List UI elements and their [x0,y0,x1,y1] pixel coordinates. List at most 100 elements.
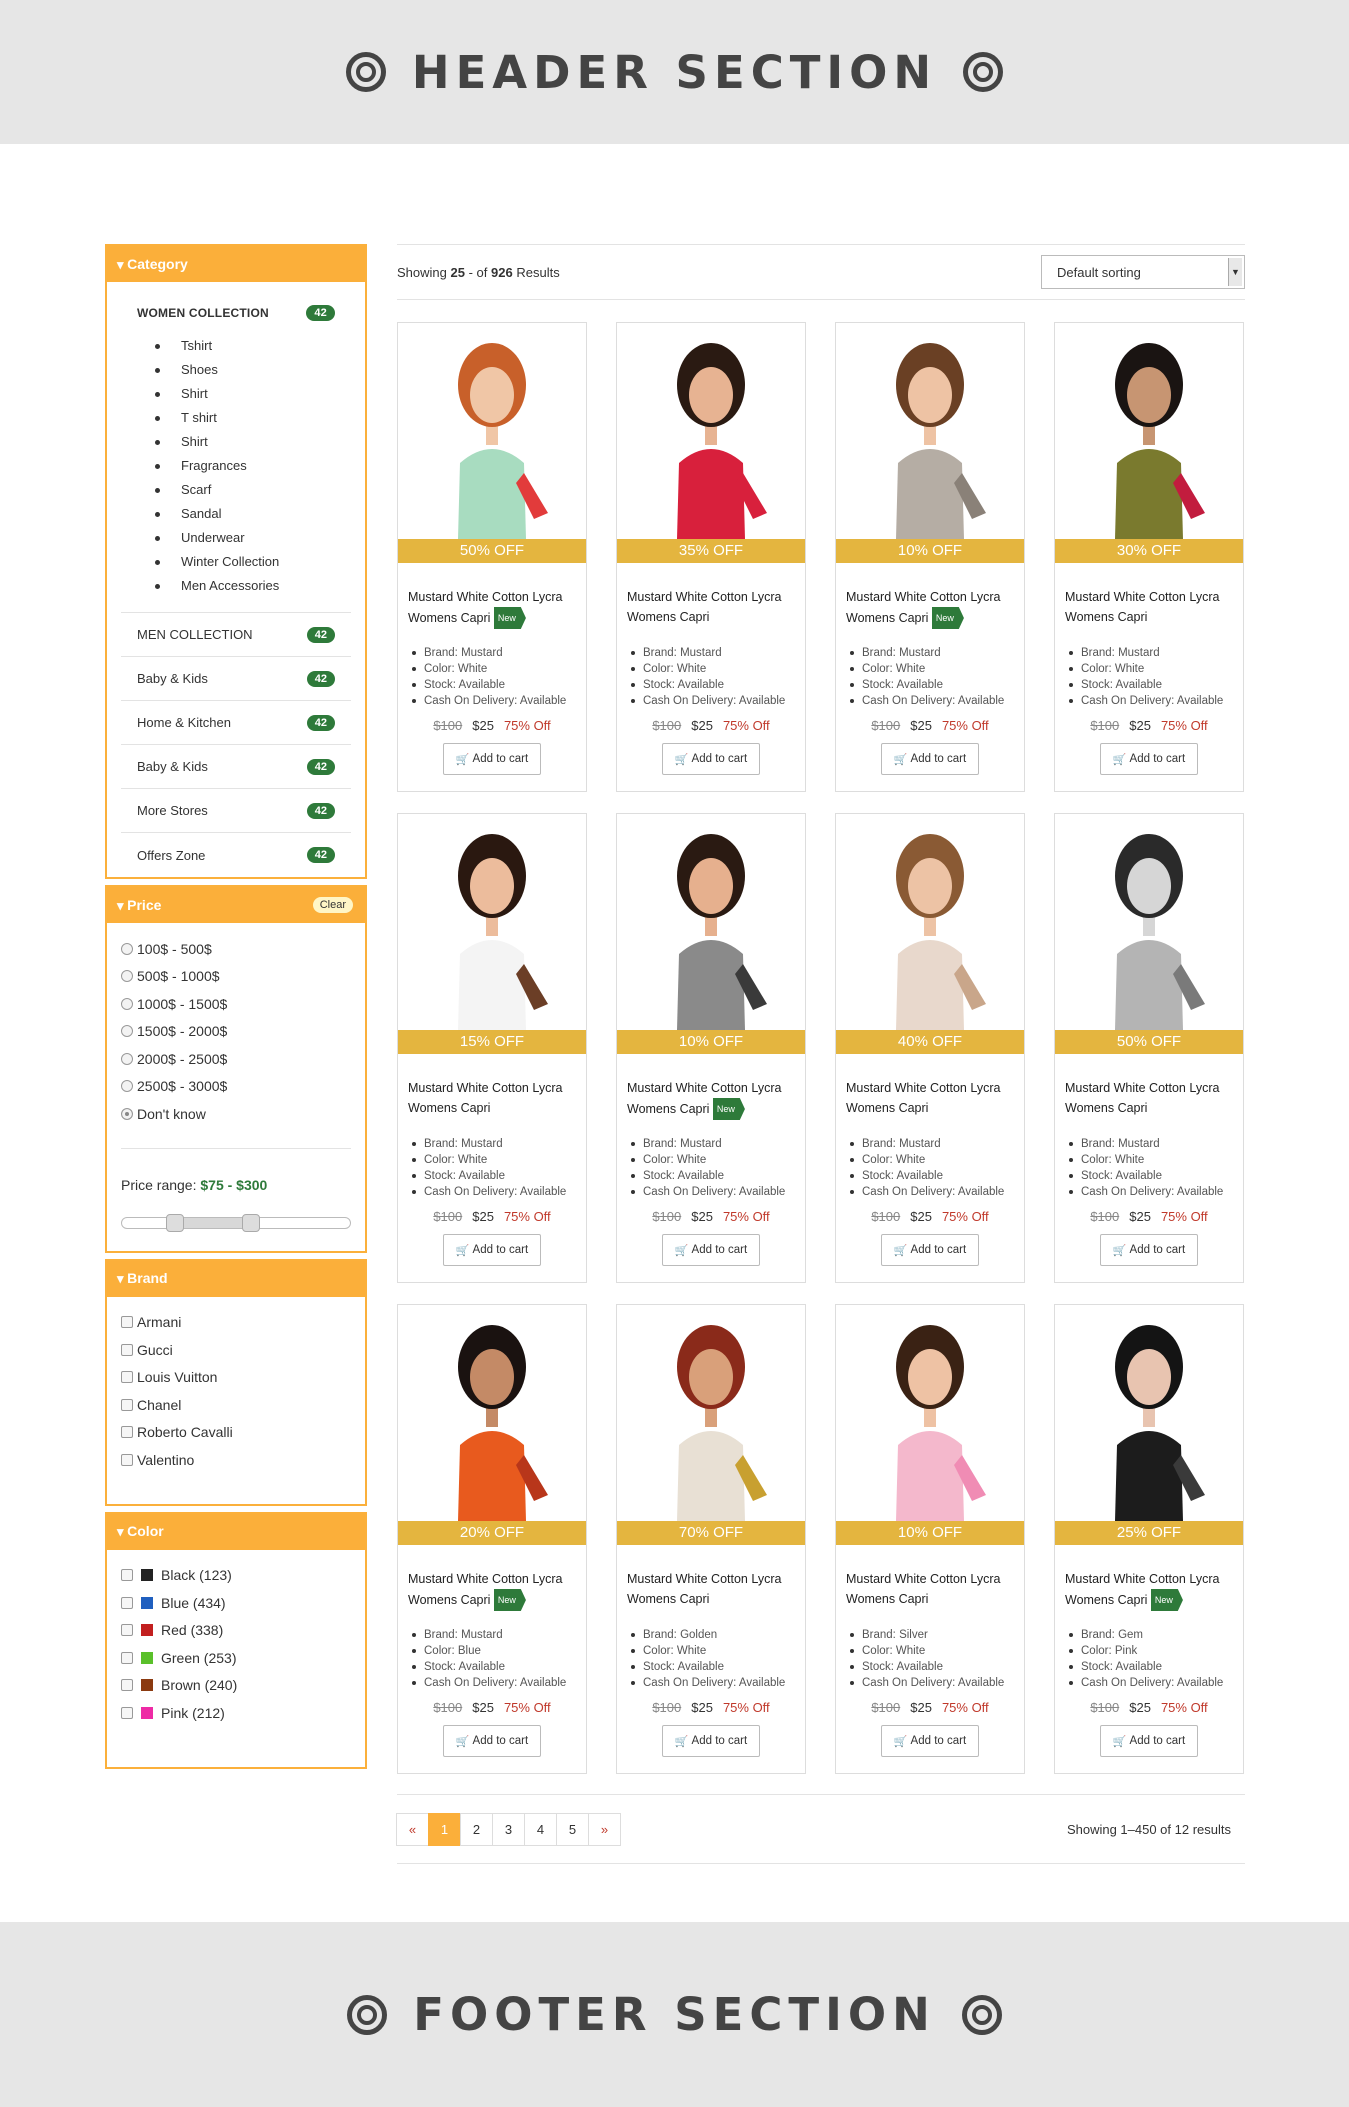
brand-option[interactable]: Chanel [121,1391,351,1419]
radio-button[interactable] [121,942,133,955]
category-item[interactable]: Home & Kitchen 42 [121,701,351,745]
brand-option[interactable]: Louis Vuitton [121,1364,351,1392]
color-option[interactable]: Blue (434) [121,1589,351,1617]
brand-option[interactable]: Roberto Cavalli [121,1419,351,1447]
checkbox[interactable] [121,1651,133,1664]
add-to-cart-button[interactable]: 🛒 Add to cart [443,743,541,775]
slider-min-handle[interactable] [165,1213,184,1232]
add-to-cart-button[interactable]: 🛒 Add to cart [881,1725,979,1757]
add-to-cart-button[interactable]: 🛒 Add to cart [881,743,979,775]
add-to-cart-button[interactable]: 🛒 Add to cart [662,743,760,775]
page-link[interactable]: 5 [556,1812,589,1846]
color-option[interactable]: Green (253) [121,1644,351,1672]
add-to-cart-button[interactable]: 🛒 Add to cart [443,1725,541,1757]
checkbox[interactable] [121,1316,133,1329]
subcategory-item[interactable]: Shirt [153,430,351,454]
product-image[interactable] [617,323,805,539]
checkbox[interactable] [121,1453,133,1466]
product-name[interactable]: Mustard White Cotton Lycra Womens Capri … [1065,1569,1237,1611]
subcategory-item[interactable]: Tshirt [153,334,351,358]
product-image[interactable] [836,323,1024,539]
price-option[interactable]: Don't know [121,1100,351,1128]
subcategory-item[interactable]: Winter Collection [153,550,351,574]
category-item[interactable]: MEN COLLECTION 42 [121,613,351,657]
subcategory-item[interactable]: T shirt [153,406,351,430]
brand-panel-header[interactable]: Brand [107,1260,365,1297]
checkbox[interactable] [121,1398,133,1411]
color-option[interactable]: Red (338) [121,1617,351,1645]
color-option[interactable]: Pink (212) [121,1699,351,1727]
checkbox[interactable] [121,1426,133,1439]
page-link[interactable]: 1 [428,1812,461,1846]
add-to-cart-button[interactable]: 🛒 Add to cart [1100,1234,1198,1266]
category-item[interactable]: More Stores 42 [121,789,351,833]
price-option[interactable]: 2000$ - 2500$ [121,1045,351,1073]
slider-max-handle[interactable] [242,1213,260,1232]
product-name[interactable]: Mustard White Cotton Lycra Womens Capri [627,1569,799,1609]
checkbox[interactable] [121,1596,133,1609]
category-item-women[interactable]: WOMEN COLLECTION 42 [121,294,351,332]
price-option[interactable]: 500$ - 1000$ [121,963,351,991]
pagination-next[interactable]: » [588,1812,621,1846]
clear-button[interactable]: Clear [312,897,353,913]
product-image[interactable] [398,323,586,539]
product-name[interactable]: Mustard White Cotton Lycra Womens Capri [846,1569,1018,1609]
product-image[interactable] [617,1305,805,1521]
checkbox[interactable] [121,1569,133,1582]
checkbox[interactable] [121,1343,133,1356]
product-name[interactable]: Mustard White Cotton Lycra Womens Capri … [408,1569,580,1611]
checkbox[interactable] [121,1679,133,1692]
add-to-cart-button[interactable]: 🛒 Add to cart [662,1725,760,1757]
product-name[interactable]: Mustard White Cotton Lycra Womens Capri [1065,587,1237,627]
add-to-cart-button[interactable]: 🛒 Add to cart [1100,743,1198,775]
checkbox[interactable] [121,1371,133,1384]
product-image[interactable] [1055,814,1243,1030]
price-panel-header[interactable]: Price Clear [107,887,365,923]
category-item[interactable]: Offers Zone 42 [121,833,351,877]
checkbox[interactable] [121,1624,133,1637]
product-image[interactable] [617,814,805,1030]
subcategory-item[interactable]: Shirt [153,382,351,406]
page-link[interactable]: 2 [460,1812,493,1846]
price-option[interactable]: 1000$ - 1500$ [121,990,351,1018]
price-option[interactable]: 100$ - 500$ [121,935,351,963]
subcategory-item[interactable]: Sandal [153,502,351,526]
brand-option[interactable]: Valentino [121,1446,351,1474]
product-image[interactable] [836,814,1024,1030]
category-item[interactable]: Baby & Kids 42 [121,657,351,701]
checkbox[interactable] [121,1706,133,1719]
add-to-cart-button[interactable]: 🛒 Add to cart [881,1234,979,1266]
subcategory-item[interactable]: Underwear [153,526,351,550]
pagination-prev[interactable]: « [396,1812,429,1846]
color-option[interactable]: Brown (240) [121,1672,351,1700]
color-option[interactable]: Black (123) [121,1562,351,1590]
product-image[interactable] [398,814,586,1030]
subcategory-item[interactable]: Scarf [153,478,351,502]
price-option[interactable]: 1500$ - 2000$ [121,1018,351,1046]
radio-button[interactable] [121,1052,133,1065]
product-name[interactable]: Mustard White Cotton Lycra Womens Capri [627,587,799,627]
add-to-cart-button[interactable]: 🛒 Add to cart [1100,1725,1198,1757]
brand-option[interactable]: Armani [121,1309,351,1337]
price-range-slider[interactable] [121,1213,351,1232]
product-name[interactable]: Mustard White Cotton Lycra Womens Capri [1065,1078,1237,1118]
category-item[interactable]: Baby & Kids 42 [121,745,351,789]
subcategory-item[interactable]: Shoes [153,358,351,382]
product-name[interactable]: Mustard White Cotton Lycra Womens Capri [846,1078,1018,1118]
price-option[interactable]: 2500$ - 3000$ [121,1073,351,1101]
radio-button[interactable] [121,1080,133,1093]
radio-button[interactable] [121,970,133,983]
page-link[interactable]: 4 [524,1812,557,1846]
category-panel-header[interactable]: Category [107,246,365,282]
product-image[interactable] [836,1305,1024,1521]
product-image[interactable] [1055,1305,1243,1521]
add-to-cart-button[interactable]: 🛒 Add to cart [443,1234,541,1266]
page-link[interactable]: 3 [492,1812,525,1846]
product-image[interactable] [398,1305,586,1521]
radio-button[interactable] [121,1025,133,1038]
add-to-cart-button[interactable]: 🛒 Add to cart [662,1234,760,1266]
radio-button[interactable] [121,1107,133,1120]
product-name[interactable]: Mustard White Cotton Lycra Womens Capri … [408,587,580,629]
radio-button[interactable] [121,997,133,1010]
brand-option[interactable]: Gucci [121,1336,351,1364]
